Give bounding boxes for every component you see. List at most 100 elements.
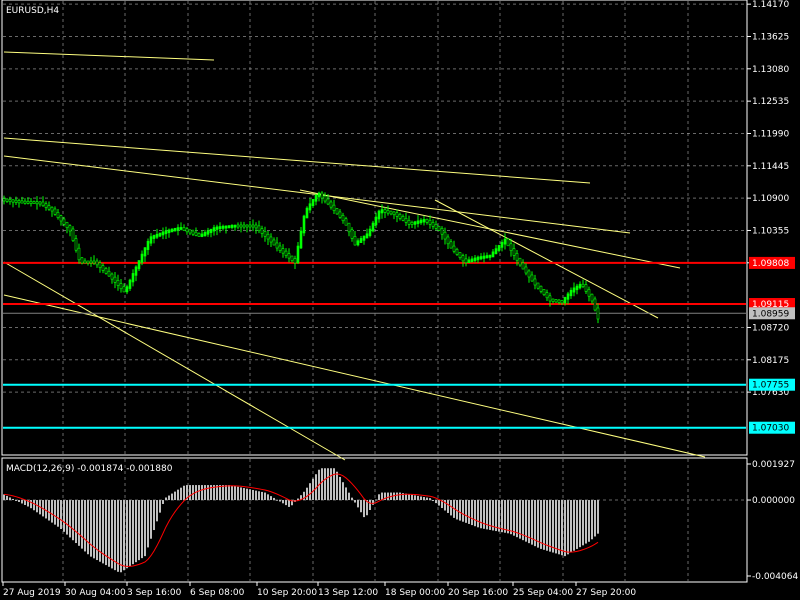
candle-body	[86, 260, 90, 264]
candle-body	[167, 229, 171, 234]
candle-body	[113, 276, 117, 283]
macd-bar	[207, 485, 209, 501]
macd-bar	[240, 487, 242, 501]
macd-bar	[408, 494, 410, 501]
candle-body	[500, 241, 504, 248]
candle-body	[341, 215, 345, 222]
candle-body	[320, 192, 324, 199]
macd-bar	[585, 500, 587, 544]
candle-body	[98, 262, 102, 268]
macd-bar	[543, 500, 545, 550]
macd-bar	[510, 500, 512, 535]
candle-body	[299, 230, 303, 249]
macd-bar	[204, 485, 206, 501]
macd-bar	[555, 500, 557, 554]
macd-bar	[501, 500, 503, 533]
candle-body	[227, 225, 231, 229]
candle-body	[224, 225, 228, 229]
trendline[interactable]	[3, 294, 706, 458]
macd-bar	[396, 492, 398, 501]
macd-bar	[462, 500, 464, 522]
candle-body	[191, 230, 195, 235]
candle-body	[260, 228, 264, 234]
candle-body	[332, 204, 336, 211]
price-tick-label: 1.13080	[752, 65, 789, 75]
macd-bar	[513, 500, 515, 536]
candle-body	[377, 210, 381, 220]
macd-bar	[519, 500, 521, 539]
macd-bar	[540, 500, 542, 549]
candle-body	[419, 219, 423, 224]
macd-bar	[465, 500, 467, 523]
macd-bar	[582, 500, 584, 546]
candle-body	[209, 228, 213, 234]
time-tick-label: 3 Sep 16:00	[127, 588, 182, 598]
macd-bar	[354, 500, 356, 503]
candle-body	[350, 229, 354, 239]
trendlines[interactable]	[3, 51, 706, 461]
candle-body	[152, 235, 156, 239]
time-tick-label: 20 Sep 16:00	[448, 588, 508, 598]
candle-body	[140, 253, 144, 263]
trendline[interactable]	[3, 137, 591, 184]
candle-body	[497, 245, 501, 251]
level-tag-label: 1.07755	[752, 381, 789, 391]
macd-bar	[450, 500, 452, 516]
candle-body	[428, 220, 432, 225]
macd-bar	[498, 500, 500, 532]
candle-body	[272, 239, 276, 246]
candle-body	[143, 247, 147, 257]
candle-body	[29, 201, 33, 204]
macd-bar	[237, 486, 239, 501]
candle-body	[233, 224, 237, 228]
macd-bar	[12, 498, 14, 501]
candle-body	[590, 293, 594, 302]
macd-bar	[174, 491, 176, 501]
macd-bar	[69, 500, 71, 538]
macd-bar	[228, 485, 230, 501]
candle-body	[437, 226, 441, 231]
candle-body	[458, 252, 462, 258]
candle-body	[164, 230, 168, 235]
candle-body	[200, 233, 204, 237]
macd-bar	[507, 500, 509, 534]
macd-bar	[66, 500, 68, 535]
macd-bar	[249, 489, 251, 501]
macd-tick-label: -0.004064	[752, 572, 798, 582]
candle-body	[149, 236, 153, 244]
trendline[interactable]	[3, 261, 346, 461]
candle-body	[425, 218, 429, 223]
chart-title: EURUSD,H4	[6, 6, 59, 16]
candle-body	[560, 300, 564, 304]
candle-body	[278, 245, 282, 251]
candle-body	[557, 299, 561, 303]
candle-body	[50, 206, 54, 212]
current-price-label: 1.08959	[752, 309, 789, 319]
candle-body	[536, 282, 540, 289]
candle-body	[56, 212, 60, 218]
trendline[interactable]	[3, 155, 631, 234]
macd-bar	[45, 500, 47, 519]
macd-bar	[561, 500, 563, 556]
candle-body	[176, 227, 180, 231]
macd-bar	[426, 497, 428, 501]
macd-bar	[576, 500, 578, 549]
macd-bar	[177, 489, 179, 501]
macd-bar	[144, 500, 146, 557]
candle-body	[461, 255, 465, 262]
chart-canvas[interactable]: EURUSD,H4 MACD(12,26,9) -0.001874 -0.001…	[0, 0, 800, 600]
macd-bar	[201, 485, 203, 501]
candle-body	[275, 242, 279, 249]
candle-body	[116, 280, 120, 286]
candle-body	[239, 224, 243, 228]
candle-body	[221, 225, 225, 229]
macd-tick-label: 0.000000	[752, 496, 795, 506]
time-tick-label: 27 Sep 20:00	[576, 588, 636, 598]
macd-bar	[261, 491, 263, 501]
macd-bar	[21, 500, 23, 504]
candle-body	[575, 285, 579, 291]
candle-body	[482, 255, 486, 259]
macd-bar	[81, 500, 83, 549]
macd-bar	[246, 488, 248, 501]
trendline[interactable]	[3, 51, 215, 61]
